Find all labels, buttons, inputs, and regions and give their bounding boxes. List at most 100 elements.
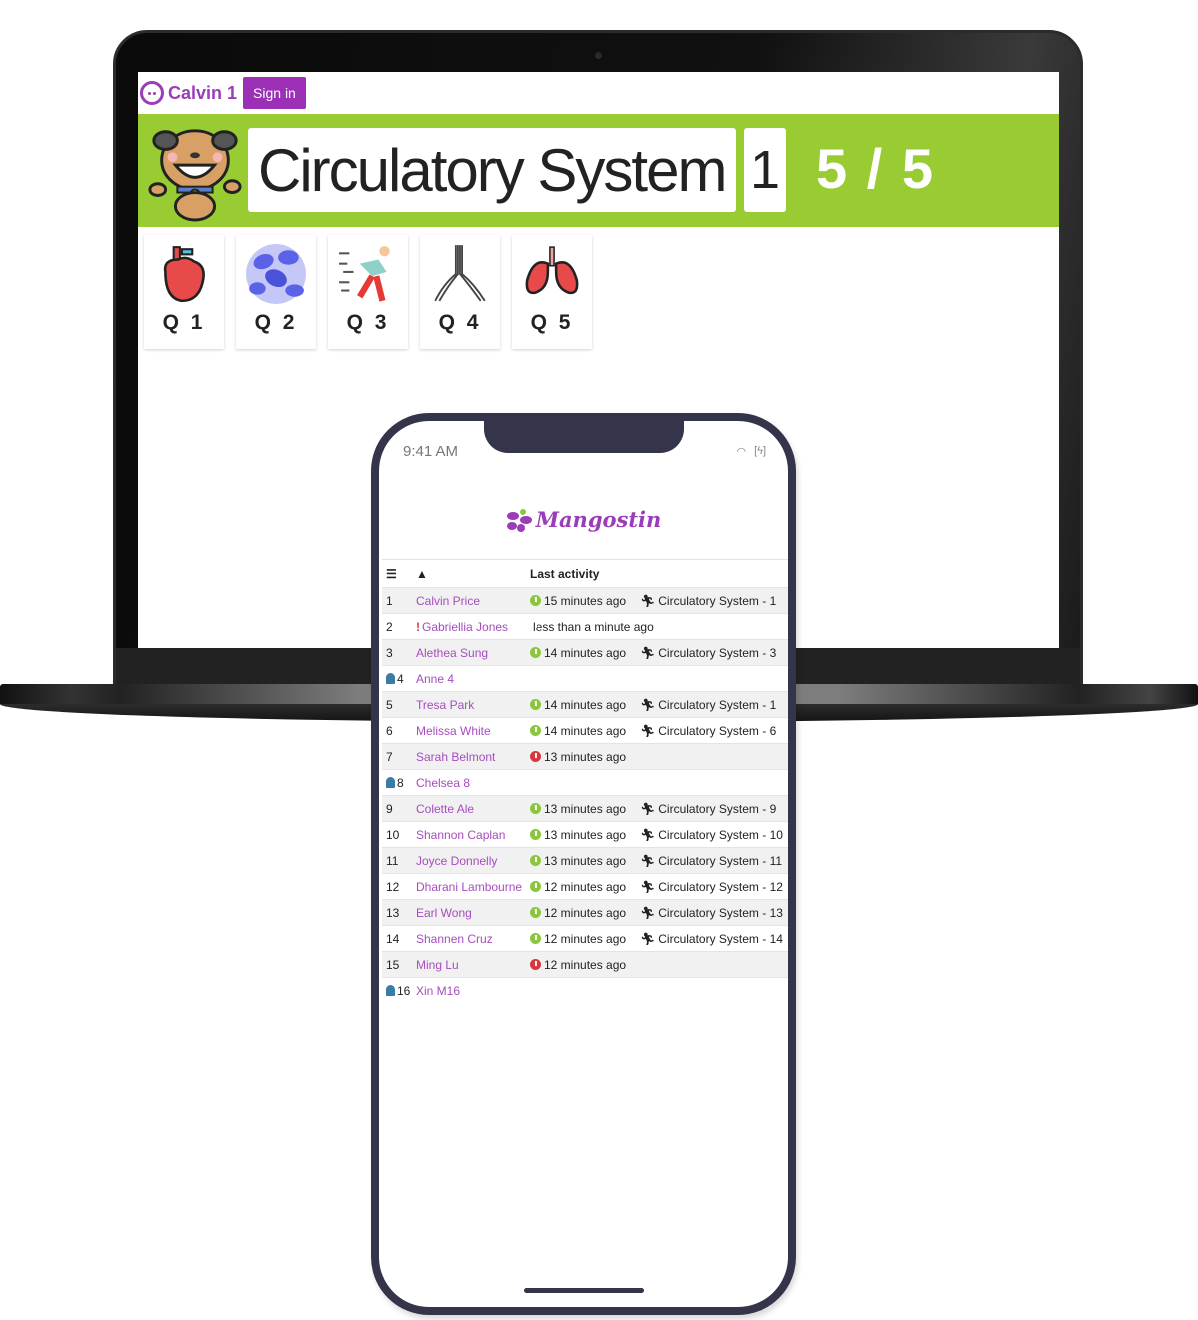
student-name-cell[interactable]: Earl Wong [416, 906, 530, 920]
running-icon: 🏃︎ [640, 905, 656, 920]
student-name[interactable]: Xin M16 [416, 984, 460, 998]
student-name[interactable]: Gabriellia Jones [422, 620, 508, 634]
student-name[interactable]: Shannen Cruz [416, 932, 493, 946]
student-name[interactable]: Tresa Park [416, 698, 474, 712]
student-name-cell[interactable]: Shannon Caplan [416, 828, 530, 842]
student-name-cell[interactable]: Calvin Price [416, 594, 530, 608]
question-card-2[interactable]: Q 2 [236, 235, 316, 349]
student-name-cell[interactable]: Tresa Park [416, 698, 530, 712]
time-ago: less than a minute ago [533, 619, 654, 634]
table-row[interactable]: 8 Chelsea 8 [382, 769, 788, 795]
student-name-cell[interactable]: ! Gabriellia Jones [416, 620, 530, 634]
table-row[interactable]: 14 Shannen Cruz 12 minutes ago 🏃︎ Circulator… [382, 925, 788, 951]
time-cell: 12 minutes ago [530, 958, 640, 972]
time-cell: 13 minutes ago [530, 750, 640, 764]
clock-icon [530, 933, 541, 944]
question-card-4[interactable]: Q 4 [420, 235, 500, 349]
student-name[interactable]: Colette Ale [416, 802, 474, 816]
table-row[interactable]: 3 Alethea Sung 14 minutes ago 🏃︎ Circulatory… [382, 639, 788, 665]
last-activity-header[interactable]: Last activity [530, 567, 599, 581]
student-name[interactable]: Joyce Donnelly [416, 854, 497, 868]
question-card-3[interactable]: Q 3 [328, 235, 408, 349]
time-ago: 12 minutes ago [544, 957, 627, 972]
running-icon: 🏃︎ [640, 853, 656, 868]
student-name-cell[interactable]: Chelsea 8 [416, 776, 530, 790]
running-icon: 🏃︎ [640, 697, 656, 712]
student-name[interactable]: Shannon Caplan [416, 828, 505, 842]
student-name-cell[interactable]: Xin M16 [416, 984, 530, 998]
list-number-icon[interactable]: ☰ [382, 567, 416, 581]
row-number-cell: 10 [382, 828, 416, 842]
time-ago: 13 minutes ago [544, 801, 627, 816]
home-indicator[interactable] [524, 1288, 644, 1293]
student-name-cell[interactable]: Ming Lu [416, 958, 530, 972]
student-name-cell[interactable]: Dharani Lambourne [416, 880, 530, 894]
time-cell: 12 minutes ago [530, 932, 640, 946]
student-name-cell[interactable]: Colette Ale [416, 802, 530, 816]
activity-cell: 🏃︎ Circulatory System - 3 [640, 646, 776, 660]
table-row[interactable]: 6 Melissa White 14 minutes ago 🏃︎ Circulator… [382, 717, 788, 743]
student-name-cell[interactable]: Anne 4 [416, 672, 530, 686]
activity-cell: 🏃︎ Circulatory System - 1 [640, 594, 776, 608]
running-icon: 🏃︎ [640, 801, 656, 816]
table-row[interactable]: 13 Earl Wong 12 minutes ago 🏃︎ Circulatory S… [382, 899, 788, 925]
activity-name: Circulatory System - 14 [658, 931, 783, 946]
student-name-cell[interactable]: Alethea Sung [416, 646, 530, 660]
person-icon[interactable]: ▲ [416, 567, 530, 581]
table-row[interactable]: 5 Tresa Park 14 minutes ago 🏃︎ Circulatory S… [382, 691, 788, 717]
student-name[interactable]: Chelsea 8 [416, 776, 470, 790]
question-label: Q 3 [346, 311, 390, 334]
time-cell: less than a minute ago [530, 620, 654, 634]
time-cell: 13 minutes ago [530, 802, 640, 816]
table-row[interactable]: 10 Shannon Caplan 13 minutes ago 🏃︎ Circulat… [382, 821, 788, 847]
activity-cell: 🏃︎ Circulatory System - 12 [640, 880, 783, 894]
quiz-title: Circulatory System [248, 128, 736, 212]
row-number-cell: 7 [382, 750, 416, 764]
student-name-cell[interactable]: Sarah Belmont [416, 750, 530, 764]
score: 5 / 5 [816, 137, 935, 200]
student-name[interactable]: Dharani Lambourne [416, 880, 522, 894]
battery-icon: [ϟ] [754, 445, 766, 457]
clock-icon [530, 829, 541, 840]
student-name-cell[interactable]: Joyce Donnelly [416, 854, 530, 868]
table-row[interactable]: 2! Gabriellia Jones less than a minute ago [382, 613, 788, 639]
logo-text: Mangostin [535, 507, 662, 532]
student-name[interactable]: Ming Lu [416, 958, 459, 972]
time-cell: 13 minutes ago [530, 828, 640, 842]
question-card-1[interactable]: Q 1 [144, 235, 224, 349]
top-bar: Calvin 1 Sign in [138, 72, 1059, 114]
row-number-cell: 3 [382, 646, 416, 660]
student-name[interactable]: Anne 4 [416, 672, 454, 686]
table-row[interactable]: 12 Dharani Lambourne 12 minutes ago 🏃︎ Circu… [382, 873, 788, 899]
question-cards: Q 1 Q 2 Q 3 Q 4 Q 5 [144, 235, 592, 349]
activity-cell: 🏃︎ Circulatory System - 11 [640, 854, 782, 868]
row-number-cell: 6 [382, 724, 416, 738]
table-row[interactable]: 11 Joyce Donnelly 13 minutes ago 🏃︎ Circulat… [382, 847, 788, 873]
table-row[interactable]: 9 Colette Ale 13 minutes ago 🏃︎ Circulatory … [382, 795, 788, 821]
student-name[interactable]: Melissa White [416, 724, 491, 738]
row-number: 13 [386, 905, 400, 920]
question-card-5[interactable]: Q 5 [512, 235, 592, 349]
table-header: ☰ ▲ Last activity [382, 559, 788, 587]
table-row[interactable]: 4 Anne 4 [382, 665, 788, 691]
activity-cell: 🏃︎ Circulatory System - 1 [640, 698, 776, 712]
table-row[interactable]: 1 Calvin Price 15 minutes ago 🏃︎ Circulatory… [382, 587, 788, 613]
table-row[interactable]: 16 Xin M16 [382, 977, 788, 1003]
sign-in-button[interactable]: Sign in [243, 77, 306, 109]
row-number-cell: 15 [382, 958, 416, 972]
student-name-cell[interactable]: Shannen Cruz [416, 932, 530, 946]
student-name[interactable]: Sarah Belmont [416, 750, 495, 764]
student-name[interactable]: Calvin Price [416, 594, 480, 608]
student-name[interactable]: Alethea Sung [416, 646, 488, 660]
time-ago: 13 minutes ago [544, 853, 627, 868]
time-cell: 14 minutes ago [530, 646, 640, 660]
student-name-cell[interactable]: Melissa White [416, 724, 530, 738]
ghost-icon [386, 777, 395, 788]
table-row[interactable]: 15 Ming Lu 12 minutes ago [382, 951, 788, 977]
running-icon: 🏃︎ [640, 723, 656, 738]
row-number: 7 [386, 749, 393, 764]
row-number-cell: 12 [382, 880, 416, 894]
table-row[interactable]: 7 Sarah Belmont 13 minutes ago [382, 743, 788, 769]
student-name[interactable]: Earl Wong [416, 906, 472, 920]
time-ago: 12 minutes ago [544, 879, 627, 894]
